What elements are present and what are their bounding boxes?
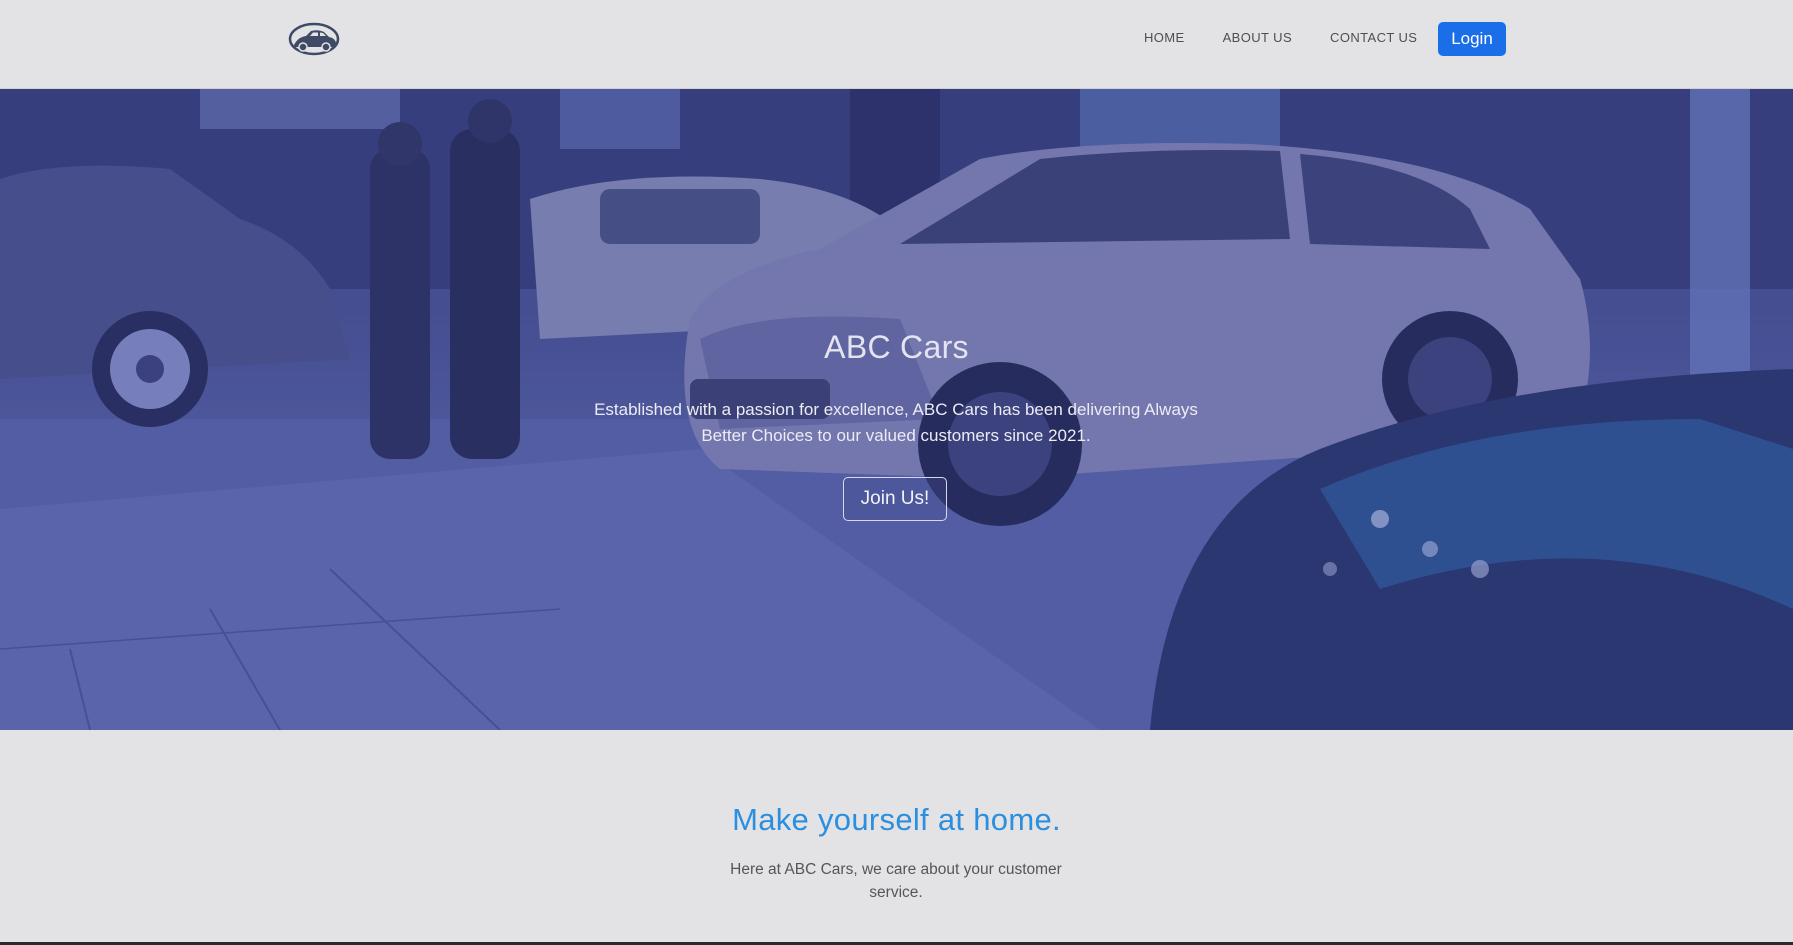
nav-links: HOME ABOUT US CONTACT US xyxy=(1144,30,1455,46)
hero-description: Established with a passion for excellenc… xyxy=(594,400,1198,445)
welcome-text: Here at ABC Cars, we care about your cus… xyxy=(730,861,1062,901)
hero-title: ABC Cars xyxy=(824,329,969,365)
nav-link-contact-us[interactable]: CONTACT US xyxy=(1330,30,1417,46)
login-button[interactable]: Login xyxy=(1438,22,1506,56)
hero-banner: ABC Cars Established with a passion for … xyxy=(0,89,1793,730)
nav-link-about-us[interactable]: ABOUT US xyxy=(1223,30,1292,46)
welcome-heading: Make yourself at home. xyxy=(732,802,1061,837)
car-logo-icon[interactable] xyxy=(288,21,340,57)
page: HOME ABOUT US CONTACT US Login ABC Cars … xyxy=(0,0,1793,945)
navbar: HOME ABOUT US CONTACT US Login xyxy=(0,0,1793,89)
nav-link-home[interactable]: HOME xyxy=(1144,30,1185,46)
join-us-button[interactable]: Join Us! xyxy=(843,477,947,521)
